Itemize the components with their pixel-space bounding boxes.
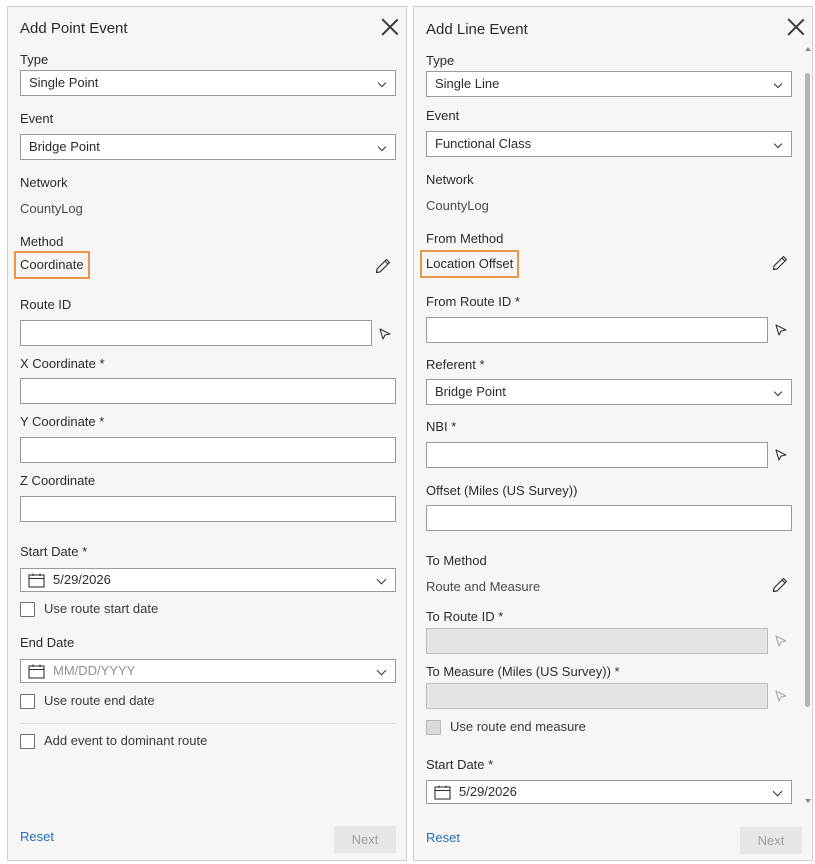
end-date-placeholder: MM/DD/YYYY — [53, 663, 136, 678]
offset-input[interactable] — [426, 505, 792, 531]
route-id-label: Route ID — [20, 297, 72, 312]
select-on-map-icon[interactable] — [774, 323, 788, 337]
reset-link[interactable]: Reset — [426, 830, 460, 845]
referent-label: Referent * — [426, 357, 485, 372]
network-value: CountyLog — [20, 201, 83, 216]
type-select[interactable]: Single Line — [426, 71, 792, 97]
event-select[interactable]: Functional Class — [426, 131, 792, 157]
calendar-icon — [28, 664, 45, 679]
from-method-value: Location Offset — [420, 250, 520, 278]
start-date-label: Start Date * — [20, 544, 88, 559]
referent-select-value: Bridge Point — [435, 384, 506, 399]
type-select[interactable]: Single Point — [20, 70, 396, 96]
type-label: Type — [20, 52, 49, 67]
chevron-down-icon — [377, 142, 387, 152]
chevron-down-icon — [773, 387, 783, 397]
panel-title: Add Line Event — [426, 21, 528, 38]
event-label: Event — [20, 111, 54, 126]
pencil-icon[interactable] — [772, 577, 788, 593]
scrollbar-thumb[interactable] — [805, 73, 810, 707]
x-coordinate-label: X Coordinate * — [20, 356, 105, 371]
type-select-value: Single Point — [29, 75, 99, 90]
y-coordinate-input[interactable] — [20, 437, 396, 463]
start-date-value: 5/29/2026 — [459, 784, 517, 799]
calendar-icon — [434, 785, 451, 800]
from-route-id-input[interactable] — [426, 317, 768, 343]
to-route-id-label: To Route ID * — [426, 609, 504, 624]
divider — [20, 723, 396, 724]
select-on-map-icon[interactable] — [378, 327, 392, 341]
pencil-icon[interactable] — [375, 258, 391, 274]
select-on-map-icon — [775, 635, 787, 647]
to-method-label: To Method — [426, 553, 487, 568]
nbi-label: NBI * — [426, 419, 457, 434]
start-date-picker[interactable]: 5/29/2026 — [20, 568, 396, 592]
type-select-value: Single Line — [435, 76, 500, 91]
close-icon[interactable] — [381, 18, 399, 36]
type-label: Type — [426, 53, 455, 68]
network-label: Network — [426, 172, 474, 187]
use-route-start-date-checkbox[interactable] — [20, 602, 35, 617]
reset-link[interactable]: Reset — [20, 829, 54, 844]
event-select-value: Bridge Point — [29, 139, 100, 154]
z-coordinate-input[interactable] — [20, 496, 396, 522]
from-route-id-label: From Route ID * — [426, 294, 520, 309]
referent-select[interactable]: Bridge Point — [426, 379, 792, 405]
z-coordinate-label: Z Coordinate — [20, 473, 96, 488]
scroll-up-arrow-icon[interactable] — [805, 47, 811, 51]
start-date-picker[interactable]: 5/29/2026 — [426, 780, 792, 804]
end-date-label: End Date — [20, 635, 75, 650]
select-on-map-icon[interactable] — [774, 448, 788, 462]
close-icon[interactable] — [787, 18, 805, 36]
network-label: Network — [20, 175, 68, 190]
chevron-down-icon — [773, 79, 783, 89]
chevron-down-icon — [773, 139, 783, 149]
event-label: Event — [426, 108, 460, 123]
nbi-input[interactable] — [426, 442, 768, 468]
chevron-down-icon — [377, 78, 387, 88]
scrollbar[interactable] — [804, 47, 812, 809]
calendar-icon — [28, 573, 45, 588]
use-route-end-date-label: Use route end date — [44, 693, 155, 708]
pencil-icon[interactable] — [772, 255, 788, 271]
select-on-map-icon — [775, 690, 787, 702]
chevron-down-icon — [772, 786, 783, 797]
use-route-end-measure-label: Use route end measure — [450, 719, 586, 734]
x-coordinate-input[interactable] — [20, 378, 396, 404]
start-date-label: Start Date * — [426, 757, 494, 772]
method-value: Coordinate — [14, 251, 90, 279]
next-button[interactable]: Next — [740, 827, 802, 854]
from-method-label: From Method — [426, 231, 504, 246]
event-select[interactable]: Bridge Point — [20, 134, 396, 160]
use-route-end-date-checkbox[interactable] — [20, 694, 35, 709]
panel-title: Add Point Event — [20, 20, 128, 37]
add-to-dominant-route-checkbox[interactable] — [20, 734, 35, 749]
chevron-down-icon — [376, 574, 387, 585]
offset-label: Offset (Miles (US Survey)) — [426, 483, 578, 498]
scroll-down-arrow-icon[interactable] — [805, 799, 811, 803]
network-value: CountyLog — [426, 198, 489, 213]
start-date-value: 5/29/2026 — [53, 572, 111, 587]
use-route-start-date-label: Use route start date — [44, 601, 159, 616]
next-button[interactable]: Next — [334, 826, 396, 853]
route-id-input[interactable] — [20, 320, 372, 346]
add-line-event-panel: Add Line Event Type Single Line Event Fu… — [413, 6, 813, 861]
event-select-value: Functional Class — [435, 136, 532, 151]
end-date-picker[interactable]: MM/DD/YYYY — [20, 659, 396, 683]
to-measure-input[interactable] — [426, 683, 768, 709]
add-point-event-panel: Add Point Event Type Single Point Event … — [7, 6, 407, 861]
method-label: Method — [20, 234, 64, 249]
use-route-end-measure-checkbox[interactable] — [426, 720, 441, 735]
add-to-dominant-route-label: Add event to dominant route — [44, 733, 208, 748]
to-route-id-input[interactable] — [426, 628, 768, 654]
chevron-down-icon — [376, 665, 387, 676]
y-coordinate-label: Y Coordinate * — [20, 414, 105, 429]
to-method-value: Route and Measure — [426, 579, 541, 594]
to-measure-label: To Measure (Miles (US Survey)) * — [426, 664, 620, 679]
